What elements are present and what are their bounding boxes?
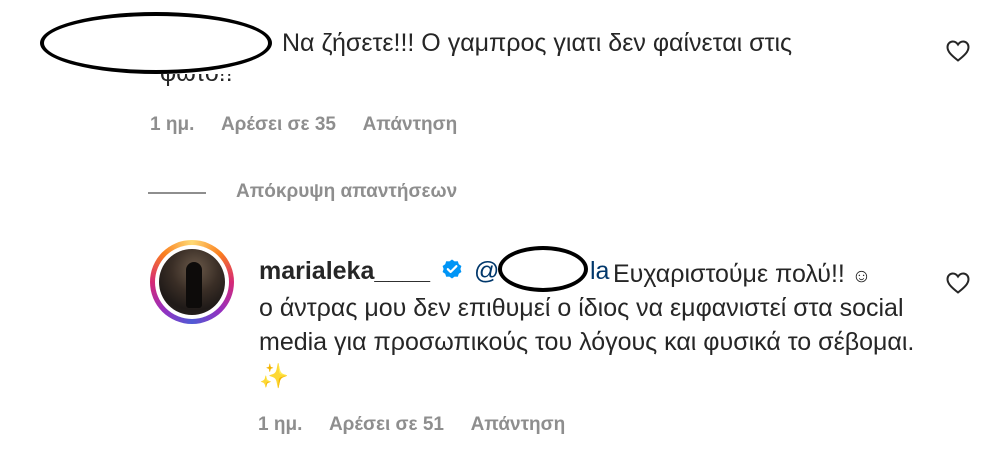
redacted-username-ellipse <box>40 12 272 74</box>
reply-first-line: Ευχαριστούμε πολύ!! ☺ <box>613 257 871 294</box>
hide-replies-button[interactable]: Απόκρυψη απαντήσεων <box>236 181 457 203</box>
verified-badge-icon <box>440 258 464 282</box>
likes-count-button[interactable]: Αρέσει σε 51 <box>329 414 444 435</box>
reply-thanks-text: Ευχαριστούμε πολύ!! <box>613 260 845 288</box>
reply-button[interactable]: Απάντηση <box>363 114 458 135</box>
sparkles-emoji-icon: ✨ <box>259 363 289 390</box>
top-comment-meta: 1 ημ. Αρέσει σε 35 Απάντηση <box>150 114 479 136</box>
like-heart-icon[interactable] <box>946 40 970 62</box>
reply-body-text: ο άντρας μου δεν επιθυμεί ο ίδιος να εμφ… <box>259 291 919 394</box>
comment-time: 1 ημ. <box>150 114 195 135</box>
reply-body: ο άντρας μου δεν επιθυμεί ο ίδιος να εμφ… <box>259 294 915 356</box>
top-comment-text: Να ζήσετε!!! Ο γαμπρος γιατι δεν φαίνετα… <box>282 29 793 57</box>
like-heart-icon[interactable] <box>946 272 970 294</box>
mention-suffix[interactable]: la <box>590 257 609 286</box>
smile-emoji-icon: ☺ <box>851 266 872 287</box>
reply-meta: 1 ημ. Αρέσει σε 51 Απάντηση <box>258 414 587 436</box>
hide-replies-divider <box>148 192 206 194</box>
comment-time: 1 ημ. <box>258 414 303 435</box>
top-comment-overflow-line: φωτο!! <box>160 74 300 88</box>
likes-count-button[interactable]: Αρέσει σε 35 <box>221 114 336 135</box>
reply-username[interactable]: marialeka____ <box>259 257 430 286</box>
mention-at-sign[interactable]: @ <box>474 257 499 286</box>
redacted-mention-ellipse <box>498 246 588 292</box>
avatar-figure <box>186 262 202 308</box>
reply-button[interactable]: Απάντηση <box>471 414 566 435</box>
